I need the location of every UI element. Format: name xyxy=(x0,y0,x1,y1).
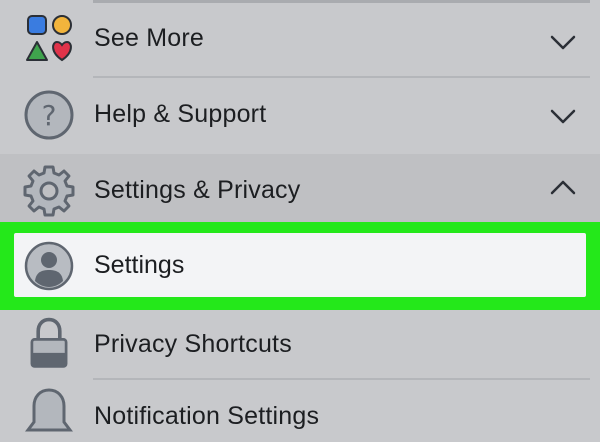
lock-icon xyxy=(30,317,68,368)
menu-item-see-more-label: See More xyxy=(94,24,204,52)
menu-item-notification-settings[interactable]: Notification Settings xyxy=(0,380,600,432)
menu-item-settings-privacy[interactable]: Settings & Privacy xyxy=(0,154,600,226)
chevron-up-icon[interactable] xyxy=(548,178,578,198)
menu-item-help-support[interactable]: ? Help & Support xyxy=(0,78,600,154)
chevron-down-icon[interactable] xyxy=(548,106,578,126)
menu-item-privacy-shortcuts[interactable]: Privacy Shortcuts xyxy=(0,310,600,380)
svg-text:?: ? xyxy=(42,99,57,132)
menu-item-notification-settings-label: Notification Settings xyxy=(94,402,320,430)
menu-item-see-more[interactable]: See More xyxy=(0,0,600,78)
shapes-icon xyxy=(26,15,72,62)
menu-item-help-support-label: Help & Support xyxy=(94,100,267,128)
bell-icon xyxy=(25,388,73,432)
chevron-down-icon[interactable] xyxy=(548,32,578,52)
gear-icon xyxy=(23,165,75,217)
menu-item-settings-privacy-label: Settings & Privacy xyxy=(94,176,301,204)
question-circle-icon: ? xyxy=(24,90,74,140)
user-avatar-icon xyxy=(24,241,74,291)
menu-item-settings-label: Settings xyxy=(94,251,185,279)
menu-item-privacy-shortcuts-label: Privacy Shortcuts xyxy=(94,330,292,358)
menu-item-settings[interactable]: Settings xyxy=(14,233,586,297)
